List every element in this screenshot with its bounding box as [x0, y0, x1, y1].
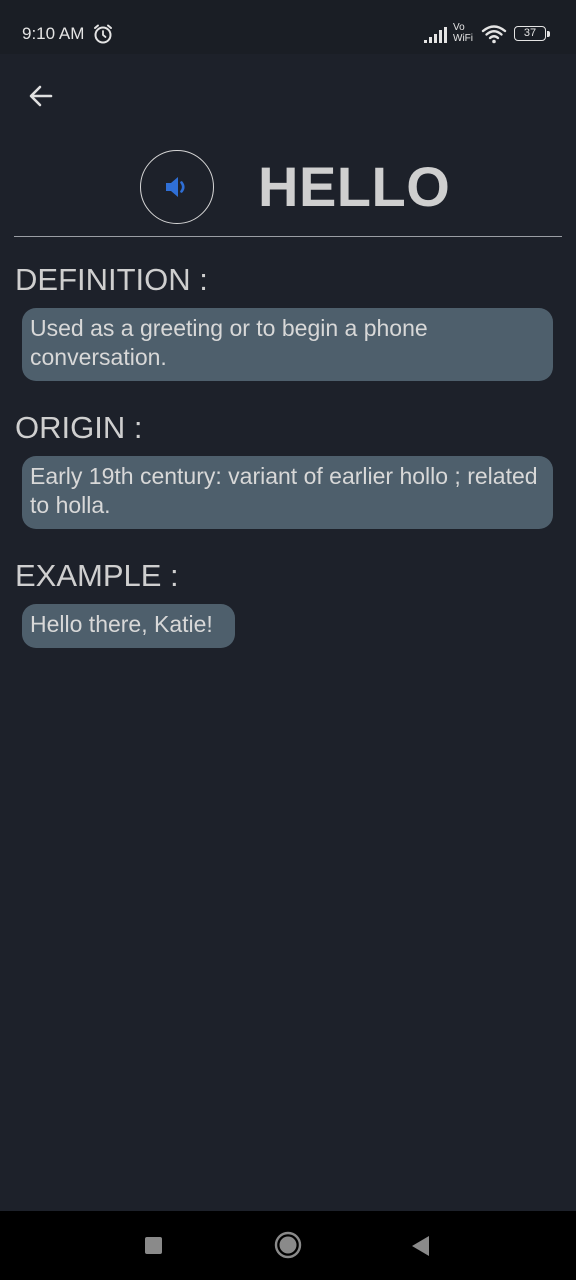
- definition-text: Used as a greeting or to begin a phone c…: [22, 308, 553, 381]
- system-nav-bar: [0, 1211, 576, 1280]
- vowifi-bottom-label: WiFi: [453, 33, 473, 44]
- status-bar: 9:10 AM Vo WiFi 37: [0, 0, 576, 54]
- example-text: Hello there, Katie!: [22, 604, 235, 648]
- status-time: 9:10 AM: [22, 24, 85, 43]
- origin-heading: ORIGIN :: [15, 410, 143, 445]
- battery-tip: [547, 31, 550, 37]
- triangle-icon[interactable]: [410, 1235, 430, 1257]
- square-icon[interactable]: [145, 1237, 162, 1254]
- battery-level: 37: [523, 27, 537, 39]
- word-title: HELLO: [258, 155, 451, 218]
- volume-icon: [166, 177, 185, 197]
- header-divider: [14, 236, 562, 237]
- origin-text: Early 19th century: variant of earlier h…: [22, 456, 553, 529]
- example-heading: EXAMPLE :: [15, 558, 179, 593]
- vowifi-icon: Vo WiFi: [453, 22, 479, 46]
- back-button[interactable]: [20, 75, 62, 117]
- alarm-clock-icon: [94, 24, 112, 44]
- definition-heading: DEFINITION :: [15, 262, 208, 297]
- pronounce-button[interactable]: [140, 150, 214, 224]
- wifi-icon: [481, 25, 507, 44]
- vowifi-top-label: Vo: [453, 22, 465, 33]
- battery-icon: 37: [514, 26, 552, 43]
- arrow-left-icon: [29, 85, 53, 107]
- signal-icon: [424, 27, 447, 43]
- circle-icon[interactable]: [274, 1231, 302, 1259]
